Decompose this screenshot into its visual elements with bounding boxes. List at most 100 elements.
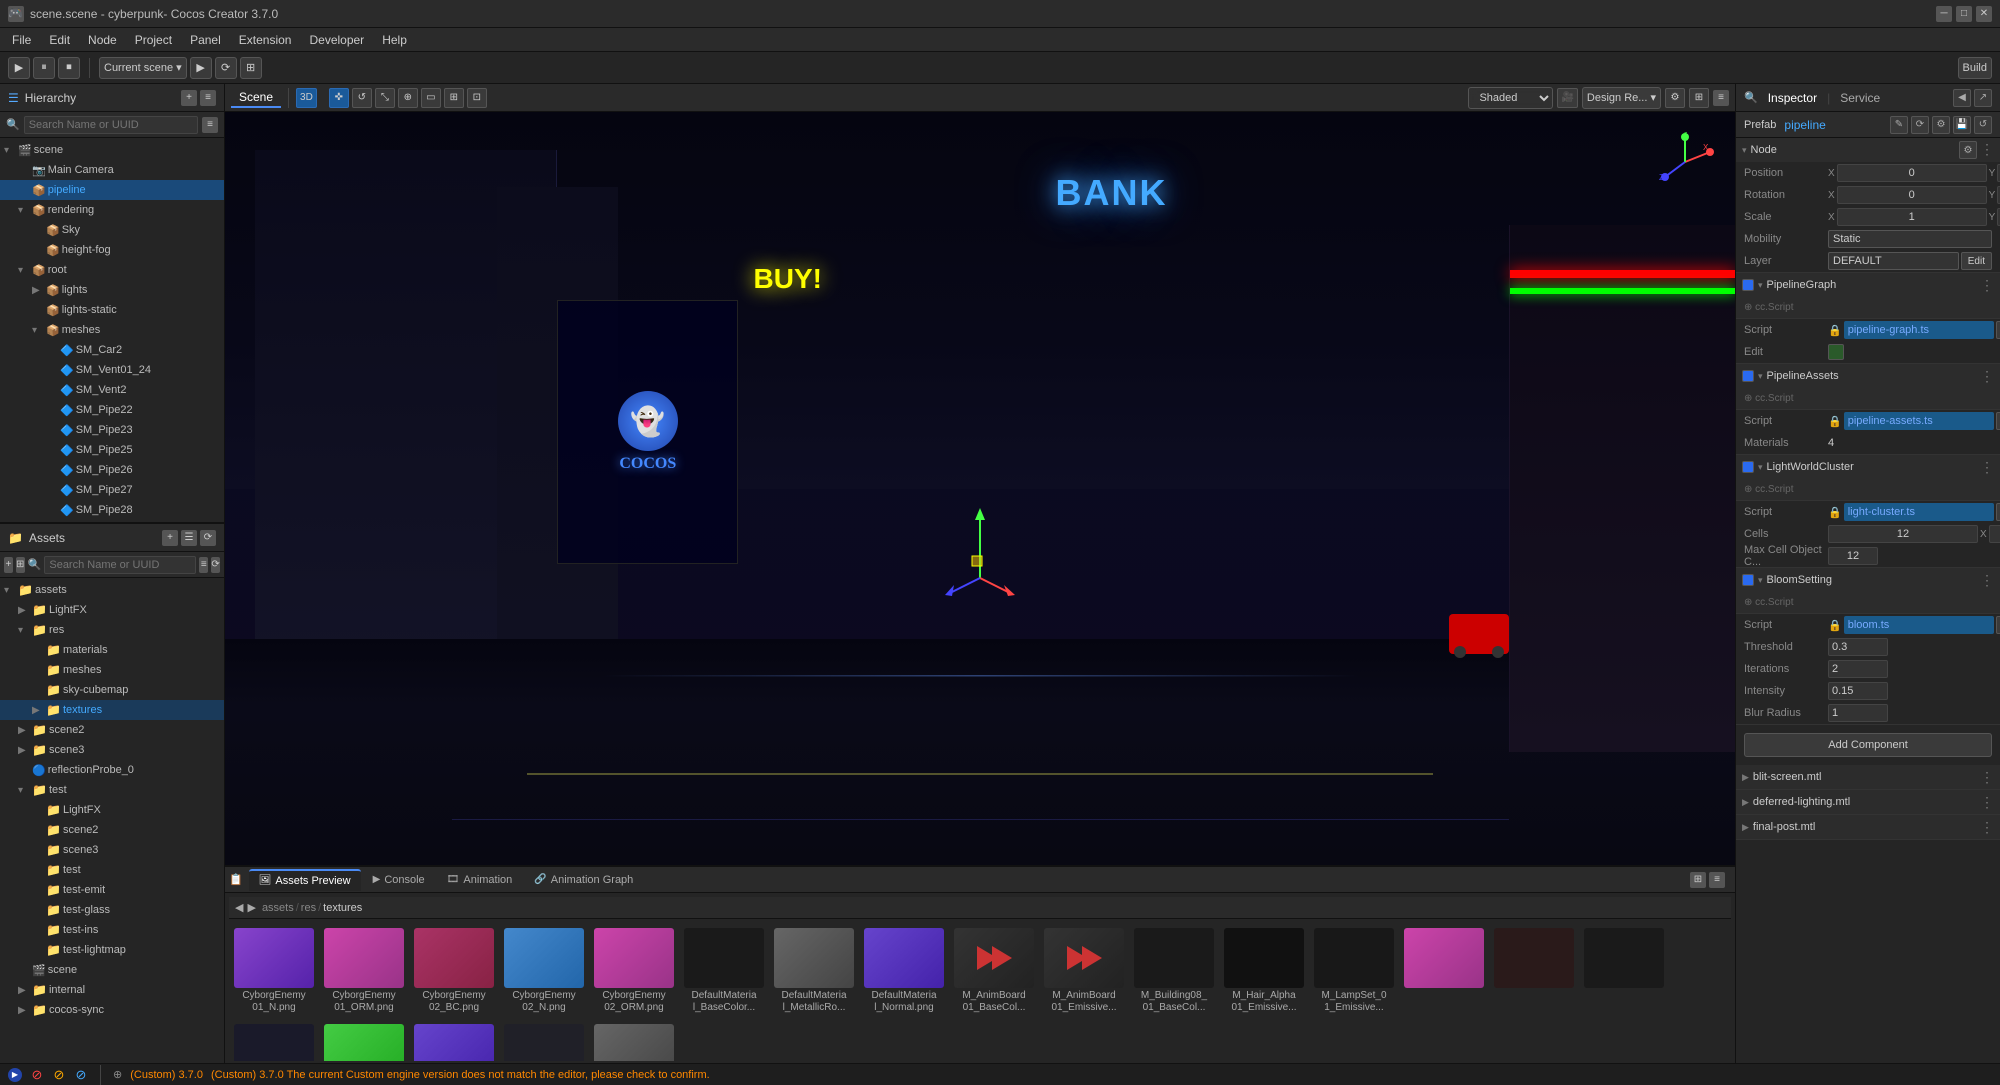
- scale-x-input[interactable]: [1837, 208, 1987, 226]
- prefab-edit-btn[interactable]: ✎: [1890, 116, 1908, 134]
- assets-refresh2-btn[interactable]: ⟳: [211, 557, 220, 573]
- rotation-x-input[interactable]: [1837, 186, 1987, 204]
- camera-settings-btn[interactable]: 🎥: [1557, 88, 1577, 108]
- blit-screen-menu-btn[interactable]: ⋮: [1980, 769, 1994, 786]
- toolbar-refresh[interactable]: ⟳: [215, 57, 237, 79]
- status-info-icon[interactable]: ⊘: [74, 1068, 88, 1082]
- scene-tab[interactable]: Scene: [231, 88, 281, 108]
- asset-item-textures[interactable]: ▶ 📁 textures: [0, 700, 224, 720]
- asset-item-test-scene2[interactable]: 📁 scene2: [0, 820, 224, 840]
- asset-item-assets[interactable]: ▾ 📁 assets: [0, 580, 224, 600]
- asset-thumb-19[interactable]: [411, 1021, 497, 1061]
- asset-item-test[interactable]: ▾ 📁 test: [0, 780, 224, 800]
- asset-thumb-18[interactable]: [321, 1021, 407, 1061]
- comp-enabled-check-4[interactable]: [1742, 574, 1754, 586]
- lwc-header[interactable]: ▾ LightWorldCluster ⋮: [1736, 455, 2000, 479]
- breadcrumb-item[interactable]: assets: [262, 902, 294, 914]
- tree-item-sm-pipe23[interactable]: 🔷 SM_Pipe23: [0, 420, 224, 440]
- assets-refresh-btn[interactable]: ⟳: [200, 530, 216, 546]
- scale-tool-btn[interactable]: ⤡: [375, 88, 395, 108]
- tree-item-sm-car2[interactable]: 🔷 SM_Car2: [0, 340, 224, 360]
- tree-item-sm-pipe22[interactable]: 🔷 SM_Pipe22: [0, 400, 224, 420]
- nav-fwd-btn[interactable]: ▶: [247, 901, 255, 914]
- prefab-reload-btn[interactable]: ⟳: [1911, 116, 1929, 134]
- asset-item-meshes[interactable]: 📁 meshes: [0, 660, 224, 680]
- tree-item-height-fog[interactable]: 📦 height-fog: [0, 240, 224, 260]
- pipeline-assets-script-input[interactable]: [1844, 412, 1994, 430]
- asset-thumb-9[interactable]: M_AnimBoard01_BaseCol...: [951, 925, 1037, 1017]
- max-cell-input[interactable]: [1828, 547, 1878, 565]
- asset-thumb-15[interactable]: [1491, 925, 1577, 1017]
- asset-item-lightfx[interactable]: ▶ 📁 LightFX: [0, 600, 224, 620]
- menu-extension[interactable]: Extension: [231, 31, 300, 49]
- comp-enabled-check[interactable]: [1742, 279, 1754, 291]
- shaded-select[interactable]: Shaded Wireframe: [1468, 87, 1553, 109]
- hierarchy-add-btn[interactable]: +: [181, 90, 197, 106]
- asset-item-test-emit[interactable]: 📁 test-emit: [0, 880, 224, 900]
- iterations-input[interactable]: [1828, 660, 1888, 678]
- menu-edit[interactable]: Edit: [41, 31, 78, 49]
- status-warning-icon[interactable]: ⊘: [52, 1068, 66, 1082]
- add-component-btn[interactable]: Add Component: [1744, 733, 1992, 757]
- tab-assets-preview[interactable]: 🖼 Assets Preview: [249, 869, 361, 891]
- blit-screen-header[interactable]: ▶ blit-screen.mtl ⋮: [1736, 765, 2000, 789]
- asset-item-scene2[interactable]: ▶ 📁 scene2: [0, 720, 224, 740]
- layer-select[interactable]: DEFAULT: [1828, 252, 1959, 270]
- asset-thumb-10[interactable]: M_AnimBoard01_Emissive...: [1041, 925, 1127, 1017]
- blur-radius-input[interactable]: [1828, 704, 1888, 722]
- asset-item-test-test[interactable]: 📁 test: [0, 860, 224, 880]
- asset-item-scene3[interactable]: ▶ 📁 scene3: [0, 740, 224, 760]
- inspector-collapse-btn[interactable]: ◀: [1953, 89, 1971, 107]
- asset-thumb-14[interactable]: [1401, 925, 1487, 1017]
- bloom-header[interactable]: ▾ BloomSetting ⋮: [1736, 568, 2000, 592]
- comp-enabled-check-2[interactable]: [1742, 370, 1754, 382]
- tree-item-sm-pipe25[interactable]: 🔷 SM_Pipe25: [0, 440, 224, 460]
- script-arrow-btn-3[interactable]: ↗: [1996, 503, 2000, 521]
- cells-y-input[interactable]: [1989, 525, 2000, 543]
- tree-item-main-camera[interactable]: 📷 Main Camera: [0, 160, 224, 180]
- assets-sort-btn[interactable]: ⊞: [16, 557, 25, 573]
- scene-viewport[interactable]: BANK CYB GAS BUY! 👻 COCOS: [225, 112, 1735, 865]
- asset-thumb-1[interactable]: CyborgEnemy01_N.png: [231, 925, 317, 1017]
- position-x-input[interactable]: [1837, 164, 1987, 182]
- asset-item-internal[interactable]: ▶ 📁 internal: [0, 980, 224, 1000]
- toolbar-scene-selector[interactable]: Current scene ▾: [99, 57, 187, 79]
- node-settings-btn[interactable]: ⚙: [1959, 141, 1977, 159]
- pipeline-assets-menu-btn[interactable]: ⋮: [1980, 368, 1994, 385]
- tree-item-sm-vent01[interactable]: 🔷 SM_Vent01_24: [0, 360, 224, 380]
- pipeline-assets-header[interactable]: ▾ PipelineAssets ⋮: [1736, 364, 2000, 388]
- design-re-btn[interactable]: Design Re... ▾: [1582, 87, 1661, 109]
- deferred-lighting-header[interactable]: ▶ deferred-lighting.mtl ⋮: [1736, 790, 2000, 814]
- asset-item-res[interactable]: ▾ 📁 res: [0, 620, 224, 640]
- threshold-input[interactable]: [1828, 638, 1888, 656]
- tab-animation-graph[interactable]: 🔗 Animation Graph: [524, 869, 643, 891]
- menu-help[interactable]: Help: [374, 31, 415, 49]
- asset-thumb-20[interactable]: [501, 1021, 587, 1061]
- asset-item-test-lightmap[interactable]: 📁 test-lightmap: [0, 940, 224, 960]
- pipeline-graph-header[interactable]: ▾ PipelineGraph ⋮: [1736, 273, 2000, 297]
- asset-item-test-glass[interactable]: 📁 test-glass: [0, 900, 224, 920]
- prefab-settings-btn[interactable]: ⚙: [1932, 116, 1950, 134]
- toolbar-play[interactable]: ▶: [8, 57, 30, 79]
- rect-tool-btn[interactable]: ▭: [421, 88, 441, 108]
- layer-edit-btn[interactable]: Edit: [1961, 252, 1992, 270]
- hierarchy-search-input[interactable]: [24, 116, 198, 134]
- hierarchy-menu-btn[interactable]: ≡: [200, 90, 216, 106]
- bloom-script-input[interactable]: [1844, 616, 1994, 634]
- tree-item-rendering[interactable]: ▾ 📦 rendering: [0, 200, 224, 220]
- status-error-icon[interactable]: ⊘: [30, 1068, 44, 1082]
- menu-developer[interactable]: Developer: [301, 31, 372, 49]
- asset-item-sky-cubemap[interactable]: 📁 sky-cubemap: [0, 680, 224, 700]
- viewport-more-btn[interactable]: ⊞: [1689, 88, 1709, 108]
- menu-project[interactable]: Project: [127, 31, 180, 49]
- bottom-menu-btn[interactable]: ≡: [1709, 872, 1725, 888]
- assets-add-btn[interactable]: +: [162, 530, 178, 546]
- mobility-select[interactable]: Static Movable: [1828, 230, 1992, 248]
- asset-thumb-16[interactable]: [1581, 925, 1667, 1017]
- deferred-lighting-menu-btn[interactable]: ⋮: [1980, 794, 1994, 811]
- nav-back-btn[interactable]: ◀: [235, 901, 243, 914]
- comp-enabled-check-3[interactable]: [1742, 461, 1754, 473]
- tree-item-scene[interactable]: ▾ 🎬 scene: [0, 140, 224, 160]
- script-arrow-btn-4[interactable]: ↗: [1996, 616, 2000, 634]
- pipeline-graph-menu-btn[interactable]: ⋮: [1980, 277, 1994, 294]
